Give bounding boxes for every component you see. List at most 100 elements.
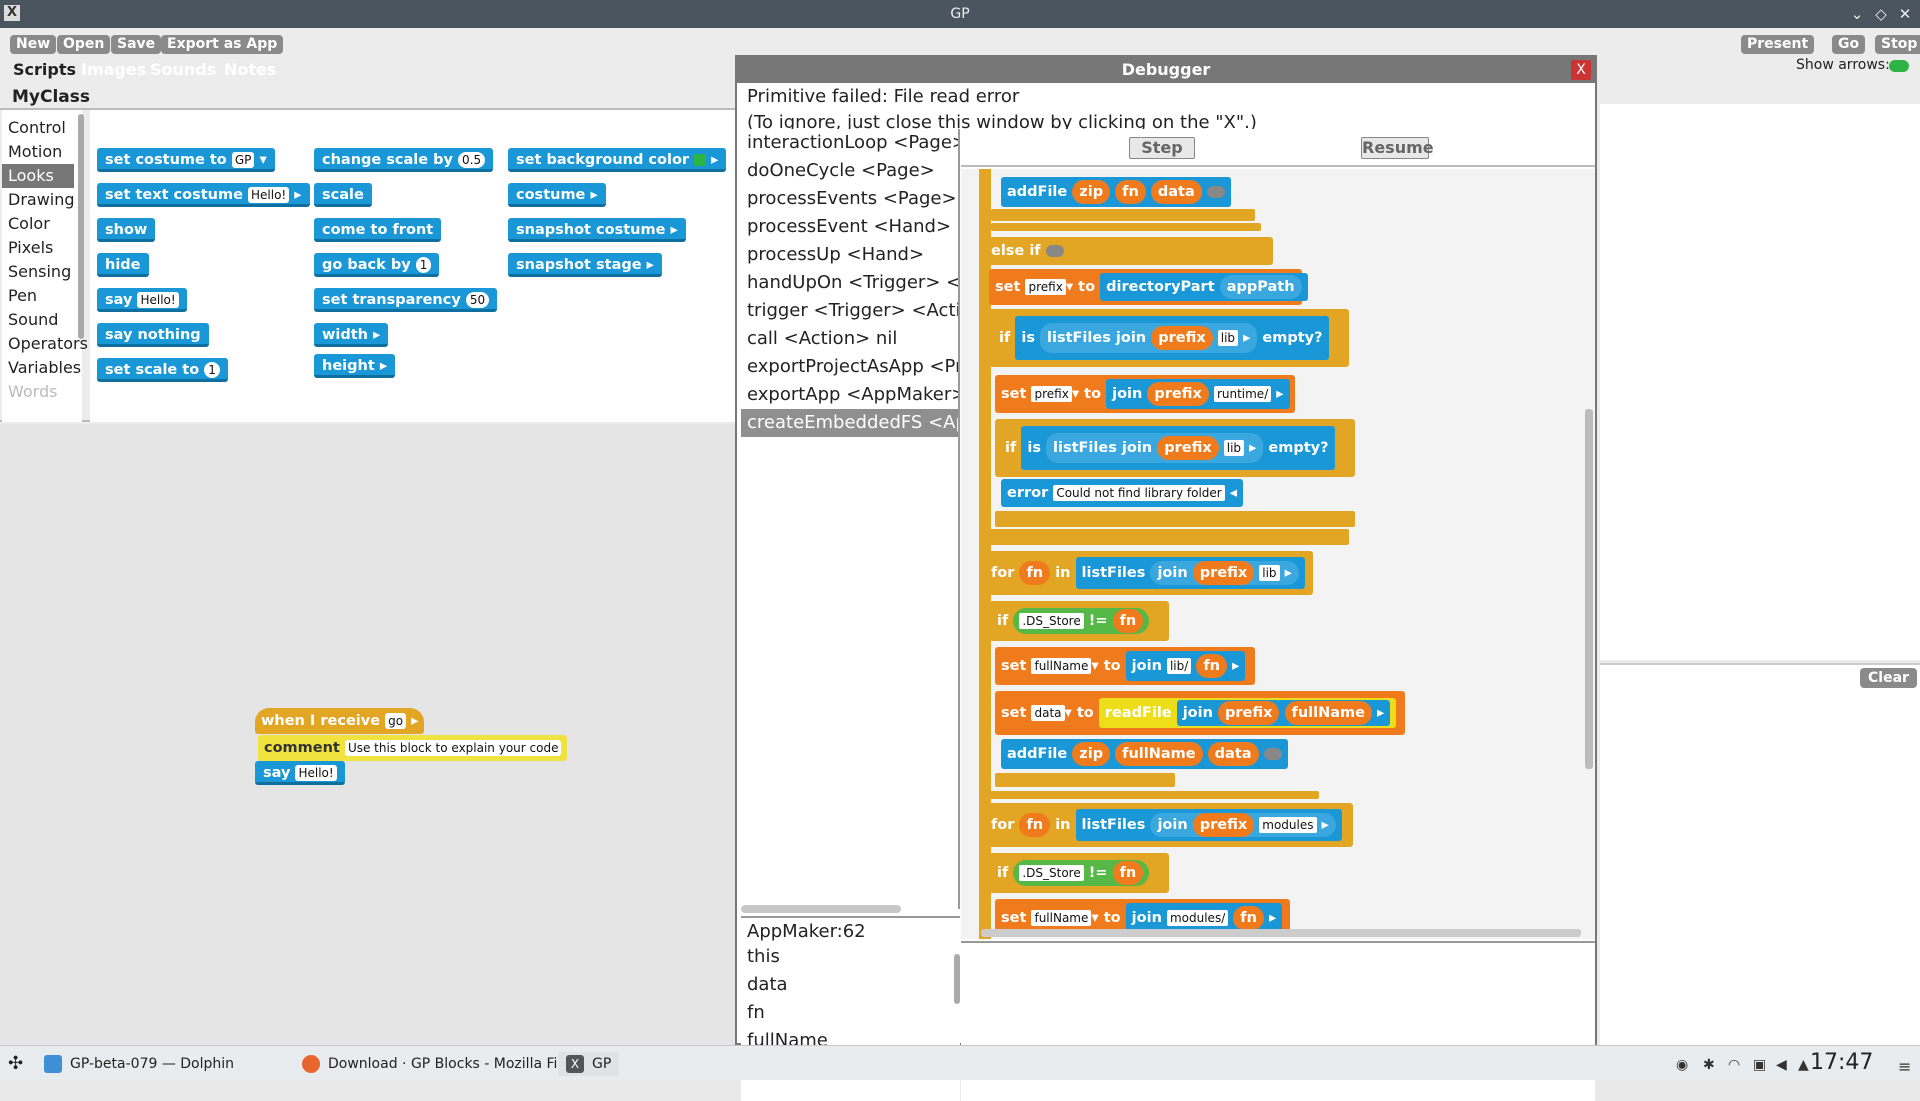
variable-item[interactable]: data <box>747 971 788 999</box>
category-sound[interactable]: Sound <box>8 308 84 332</box>
stack-horizontal-scrollbar[interactable] <box>741 905 901 913</box>
say-nothing-block[interactable]: say nothing <box>97 323 209 347</box>
change-scale-block[interactable]: change scale by 0.5 <box>314 148 494 172</box>
category-pixels[interactable]: Pixels <box>8 236 84 260</box>
stack-frame[interactable]: processEvents <Page> <box>747 185 957 213</box>
category-variables[interactable]: Variables <box>8 356 84 380</box>
code-if-block[interactable]: if is listFiles join prefix lib ▸ empty? <box>989 309 1349 367</box>
width-reporter[interactable]: width ▸ <box>314 323 389 347</box>
code-error-block[interactable]: error Could not find library folder ◂ <box>1001 479 1244 507</box>
variables-scrollbar[interactable] <box>954 954 960 1004</box>
when-i-receive-hat-block[interactable]: when I receive go ▸ <box>255 708 425 734</box>
category-words[interactable]: Words <box>8 380 84 404</box>
category-color[interactable]: Color <box>8 212 84 236</box>
code-if-block-2[interactable]: if is listFiles join prefix lib ▸ empty? <box>995 419 1355 477</box>
export-as-app-button[interactable]: Export as App <box>161 35 284 54</box>
app-launcher-icon[interactable]: ✣ <box>8 1052 23 1076</box>
task-firefox[interactable]: Download · GP Blocks - Mozilla Fir... <box>302 1052 575 1076</box>
code-for-block[interactable]: for fn in listFiles join prefix lib ▸ <box>983 551 1313 595</box>
task-dolphin[interactable]: GP-beta-079 — Dolphin <box>44 1052 234 1076</box>
category-operators[interactable]: Operators <box>8 332 88 356</box>
set-scale-block[interactable]: set scale to 1 <box>97 358 228 382</box>
help-tray-icon[interactable]: ◉ <box>1676 1057 1688 1073</box>
code-set-prefix-block[interactable]: set prefix ▾ to directoryPart appPath <box>989 269 1308 305</box>
costume-reporter[interactable]: costume ▸ <box>508 183 606 207</box>
stack-frame[interactable]: handUpOn <Trigger> <H <box>747 269 958 297</box>
stack-frame[interactable]: trigger <Trigger> <Action <box>747 297 958 325</box>
code-set-data-block[interactable]: set data ▾ to readFile join prefix fullNa… <box>995 691 1405 735</box>
code-set-prefix-runtime-block[interactable]: set prefix ▾ to join prefix runtime/ ▸ <box>995 375 1295 413</box>
script-say-block[interactable]: say Hello! <box>255 761 345 785</box>
stack-frame[interactable]: call <Action> nil <box>747 325 897 353</box>
wifi-icon[interactable]: ◠ <box>1728 1057 1740 1073</box>
set-text-costume-block[interactable]: set text costume Hello! ▸ <box>97 183 310 207</box>
code-if-ds-store-block-2[interactable]: if .DS_Store != fn <box>989 853 1169 893</box>
come-to-front-block[interactable]: come to front <box>314 218 442 242</box>
category-motion[interactable]: Motion <box>8 140 84 164</box>
stack-frame[interactable]: processUp <Hand> <box>747 241 924 269</box>
variable-item[interactable]: fn <box>747 999 765 1027</box>
show-block[interactable]: show <box>97 218 156 242</box>
stack-frame-selected[interactable]: createEmbeddedFS <Ap <box>741 409 958 437</box>
tab-notes[interactable]: Notes <box>224 59 276 81</box>
open-button[interactable]: Open <box>57 35 111 54</box>
category-drawing[interactable]: Drawing <box>8 188 84 212</box>
code-addfile-fullname-block[interactable]: addFile zip fullName data <box>1001 739 1288 769</box>
set-transparency-block[interactable]: set transparency 50 <box>314 288 498 312</box>
category-sensing[interactable]: Sensing <box>8 260 84 284</box>
minimize-icon[interactable]: ⌄ <box>1848 5 1866 23</box>
bluetooth-icon[interactable]: ✱ <box>1703 1057 1715 1073</box>
variable-item[interactable]: this <box>747 943 780 971</box>
tray-expand-icon[interactable]: ▲ <box>1798 1057 1809 1073</box>
category-looks[interactable]: Looks <box>2 164 74 188</box>
lock-icon[interactable]: ▣ <box>1753 1057 1766 1073</box>
new-button[interactable]: New <box>10 35 57 54</box>
volume-icon[interactable]: ◀ <box>1776 1057 1787 1073</box>
maximize-icon[interactable]: ◇ <box>1872 5 1890 23</box>
height-reporter[interactable]: height ▸ <box>314 354 396 378</box>
close-window-icon[interactable]: ✕ <box>1896 5 1914 23</box>
tab-sounds[interactable]: Sounds <box>150 59 216 81</box>
show-arrows-toggle[interactable] <box>1889 60 1909 72</box>
code-set-fullname-block[interactable]: set fullName ▾ to join lib/ fn ▸ <box>995 647 1255 685</box>
menu-icon[interactable]: ≡ <box>1898 1057 1911 1076</box>
task-gp[interactable]: X GP <box>558 1052 620 1076</box>
code-for-modules-block[interactable]: for fn in listFiles join prefix modules … <box>983 803 1353 847</box>
code-horizontal-scrollbar[interactable] <box>981 929 1581 937</box>
stack-frame[interactable]: exportApp <AppMaker> <box>747 381 958 409</box>
code-else-if-block[interactable]: else if <box>983 237 1273 265</box>
stop-button[interactable]: Stop <box>1875 35 1920 54</box>
snapshot-stage-block[interactable]: snapshot stage ▸ <box>508 253 662 277</box>
category-control[interactable]: Control <box>8 116 84 140</box>
save-button[interactable]: Save <box>111 35 162 54</box>
present-button[interactable]: Present <box>1741 35 1815 54</box>
debugger-close-button[interactable]: X <box>1571 60 1591 80</box>
step-button[interactable]: Step <box>1129 137 1195 159</box>
stack-frame[interactable]: exportProjectAsApp <Pr <box>747 353 958 381</box>
category-pen[interactable]: Pen <box>8 284 84 308</box>
say-block[interactable]: say Hello! <box>97 288 187 312</box>
resume-button[interactable]: Resume <box>1361 137 1434 159</box>
tab-images[interactable]: Images <box>81 59 146 81</box>
stack-frame[interactable]: processEvent <Hand> < <box>747 213 958 241</box>
go-button[interactable]: Go <box>1832 35 1866 54</box>
clock[interactable]: 17:47 <box>1810 1050 1873 1075</box>
set-costume-block[interactable]: set costume to GP ▾ <box>97 148 275 172</box>
stage-area[interactable] <box>1600 104 1920 660</box>
scale-reporter[interactable]: scale <box>314 183 372 207</box>
stack-frame[interactable]: interactionLoop <Page> <box>747 129 958 157</box>
scripts-area[interactable]: when I receive go ▸ comment Use this blo… <box>0 424 735 1059</box>
clear-button[interactable]: Clear <box>1860 668 1917 688</box>
stack-frame[interactable]: doOneCycle <Page> <box>747 157 935 185</box>
category-scrollbar[interactable] <box>78 114 84 339</box>
comment-block[interactable]: comment Use this block to explain your c… <box>258 735 568 761</box>
code-addfile-block[interactable]: addFile zip fn data <box>1001 177 1231 207</box>
snapshot-costume-block[interactable]: snapshot costume ▸ <box>508 218 686 242</box>
code-if-ds-store-block[interactable]: if .DS_Store != fn <box>989 601 1169 641</box>
go-back-block[interactable]: go back by 1 <box>314 253 440 277</box>
hide-block[interactable]: hide <box>97 253 149 277</box>
tab-scripts[interactable]: Scripts <box>13 59 76 81</box>
folder-icon <box>44 1055 62 1073</box>
set-background-color-block[interactable]: set background color ▸ <box>508 148 727 172</box>
code-vertical-scrollbar[interactable] <box>1585 409 1593 769</box>
